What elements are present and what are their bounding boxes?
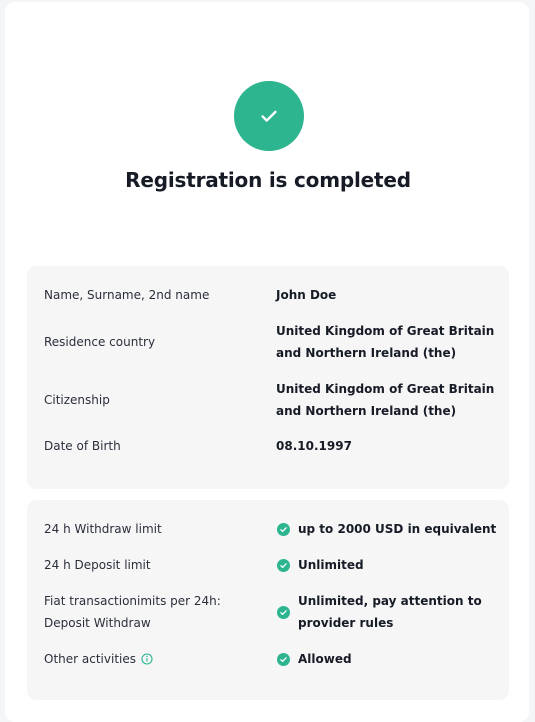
limit-value-deposit: Unlimited — [298, 558, 364, 572]
registration-card: Registration is completed Name, Surname,… — [5, 2, 529, 722]
check-circle-icon — [277, 606, 290, 619]
info-value-residence: United Kingdom of Great Britain and Nort… — [276, 324, 495, 360]
check-circle-icon — [277, 559, 290, 572]
personal-info-panel: Name, Surname, 2nd name John Doe Residen… — [27, 266, 509, 489]
limit-value-withdraw: up to 2000 USD in equivalent — [298, 522, 497, 536]
limit-label-withdraw: 24 h Withdraw limit — [44, 522, 162, 536]
success-badge — [234, 81, 304, 151]
info-value-name: John Doe — [276, 288, 337, 302]
check-circle-icon — [277, 523, 290, 536]
info-label-dob: Date of Birth — [44, 439, 121, 453]
limits-panel: 24 h Withdraw limit up to 2000 USD in eq… — [27, 500, 509, 700]
check-circle-icon — [277, 653, 290, 666]
info-value-dob: 08.10.1997 — [276, 439, 352, 453]
limit-label-deposit: 24 h Deposit limit — [44, 558, 151, 572]
info-label-name: Name, Surname, 2nd name — [44, 288, 210, 302]
limit-label-other: Other activities — [44, 648, 153, 670]
info-label-citizenship: Citizenship — [44, 393, 110, 407]
info-value-citizenship: United Kingdom of Great Britain and Nort… — [276, 382, 495, 418]
info-label-residence: Residence country — [44, 335, 156, 349]
limit-value-fiat: Unlimited, pay attention to provider rul… — [298, 594, 482, 630]
limit-label-fiat: Fiat transactionimits per 24h: Deposit W… — [44, 594, 221, 630]
check-icon — [261, 110, 277, 122]
page-title: Registration is completed — [125, 168, 411, 192]
limit-label-other-text: Other activities — [44, 652, 136, 666]
limit-value-other: Allowed — [298, 652, 352, 666]
info-icon[interactable] — [141, 652, 153, 665]
